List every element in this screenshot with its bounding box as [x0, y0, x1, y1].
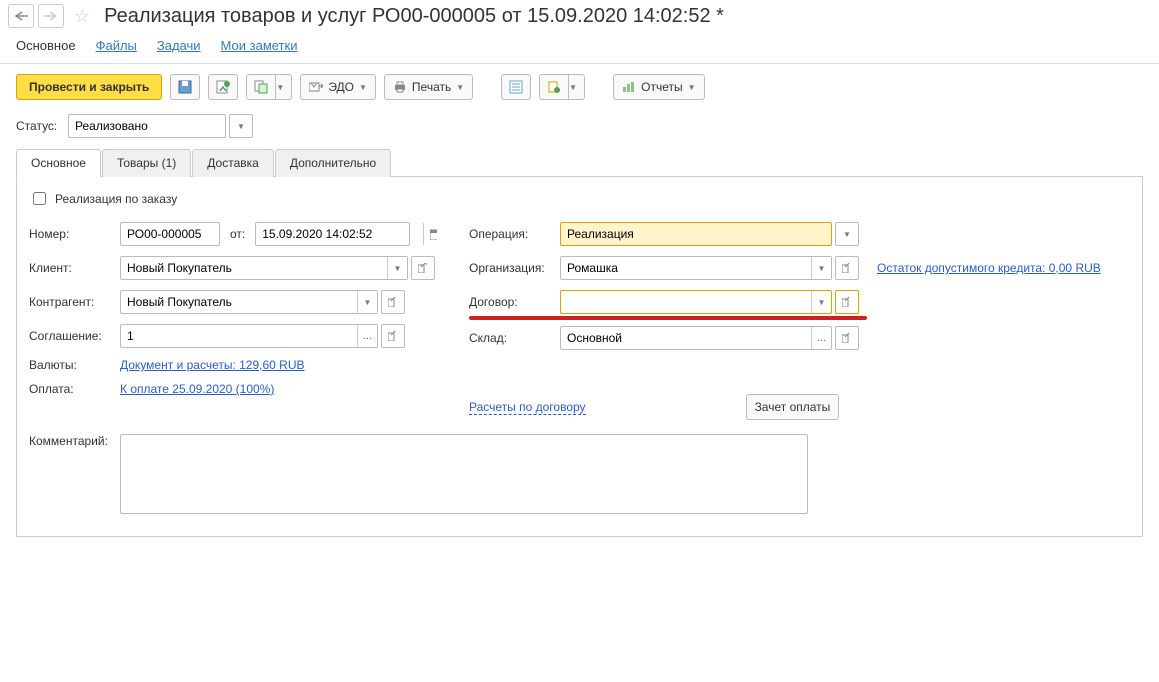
edo-icon [309, 81, 323, 93]
operation-field[interactable] [560, 222, 832, 246]
status-label: Статус: [16, 119, 60, 133]
forward-button[interactable] [38, 4, 64, 28]
nav-links: Основное Файлы Задачи Мои заметки [0, 32, 1159, 64]
nav-notes[interactable]: Мои заметки [221, 38, 298, 53]
counterparty-open[interactable] [381, 290, 405, 314]
nav-main[interactable]: Основное [16, 38, 76, 53]
highlight-underline [469, 316, 867, 320]
client-open[interactable] [411, 256, 435, 280]
org-dropdown[interactable]: ▼ [811, 257, 831, 279]
favorite-icon[interactable]: ☆ [74, 6, 90, 27]
agreement-label: Соглашение: [29, 329, 114, 343]
status-dropdown[interactable]: ▼ [229, 114, 253, 138]
tabs: Основное Товары (1) Доставка Дополнитель… [16, 148, 1143, 177]
org-field[interactable]: ▼ [560, 256, 832, 280]
org-label: Организация: [469, 261, 554, 275]
date-field[interactable] [255, 222, 410, 246]
toolbar: Провести и закрыть ▼ ЭДО ▼ Печать ▼ ▼ [0, 64, 1159, 110]
warehouse-field[interactable]: … [560, 326, 832, 350]
client-dropdown[interactable]: ▼ [387, 257, 407, 279]
attach-button[interactable] [539, 74, 569, 100]
warehouse-more[interactable]: … [811, 327, 831, 349]
base-on-button[interactable] [246, 74, 276, 100]
operation-label: Операция: [469, 227, 554, 241]
counterparty-field[interactable]: ▼ [120, 290, 378, 314]
comment-textarea[interactable] [120, 434, 808, 514]
contract-label: Договор: [469, 295, 554, 309]
currency-label: Валюты: [29, 358, 114, 372]
reports-button[interactable]: Отчеты ▼ [613, 74, 704, 100]
status-row: Статус: ▼ [0, 110, 1159, 148]
offset-payment-button[interactable]: Зачет оплаты [746, 394, 840, 420]
counterparty-dropdown[interactable]: ▼ [357, 291, 377, 313]
post-and-close-button[interactable]: Провести и закрыть [16, 74, 162, 100]
client-field[interactable]: ▼ [120, 256, 408, 280]
from-label: от: [230, 227, 245, 241]
tab-goods[interactable]: Товары (1) [102, 149, 191, 177]
by-order-label: Реализация по заказу [55, 192, 177, 206]
agreement-more[interactable]: … [357, 325, 377, 347]
tab-main[interactable]: Основное [16, 149, 101, 177]
chart-icon [622, 81, 636, 93]
contract-dropdown[interactable]: ▼ [811, 291, 831, 313]
list-icon-button[interactable] [501, 74, 531, 100]
page-title: Реализация товаров и услуг РО00-000005 о… [104, 5, 724, 28]
operation-dropdown[interactable]: ▼ [835, 222, 859, 246]
status-field[interactable] [68, 114, 226, 138]
header: ☆ Реализация товаров и услуг РО00-000005… [0, 0, 1159, 32]
warehouse-open[interactable] [835, 326, 859, 350]
counterparty-label: Контрагент: [29, 295, 114, 309]
calendar-icon[interactable] [423, 223, 443, 245]
payment-label: Оплата: [29, 382, 114, 396]
number-field[interactable] [120, 222, 220, 246]
printer-icon [393, 81, 407, 93]
nav-files[interactable]: Файлы [96, 38, 137, 53]
post-button[interactable] [208, 74, 238, 100]
back-button[interactable] [8, 4, 34, 28]
by-order-checkbox[interactable] [33, 192, 46, 205]
tab-extra[interactable]: Дополнительно [275, 149, 391, 177]
agreement-open[interactable] [381, 324, 405, 348]
attach-dropdown[interactable]: ▼ [569, 74, 585, 100]
contract-open[interactable] [835, 290, 859, 314]
base-on-dropdown[interactable]: ▼ [276, 74, 292, 100]
save-button[interactable] [170, 74, 200, 100]
tab-delivery[interactable]: Доставка [192, 149, 274, 177]
print-button[interactable]: Печать ▼ [384, 74, 473, 100]
comment-label: Комментарий: [29, 434, 114, 448]
edo-button[interactable]: ЭДО ▼ [300, 74, 376, 100]
currency-link[interactable]: Документ и расчеты: 129,60 RUB [120, 358, 305, 372]
credit-link[interactable]: Остаток допустимого кредита: 0,00 RUB [877, 261, 1101, 275]
nav-tasks[interactable]: Задачи [157, 38, 201, 53]
agreement-field[interactable]: … [120, 324, 378, 348]
org-open[interactable] [835, 256, 859, 280]
client-label: Клиент: [29, 261, 114, 275]
warehouse-label: Склад: [469, 331, 554, 345]
contract-calc-link[interactable]: Расчеты по договору [469, 400, 586, 415]
payment-link[interactable]: К оплате 25.09.2020 (100%) [120, 382, 274, 396]
tab-content-main: Реализация по заказу Номер: от: Клиент: [16, 177, 1143, 537]
number-label: Номер: [29, 227, 114, 241]
contract-field[interactable]: ▼ [560, 290, 832, 314]
